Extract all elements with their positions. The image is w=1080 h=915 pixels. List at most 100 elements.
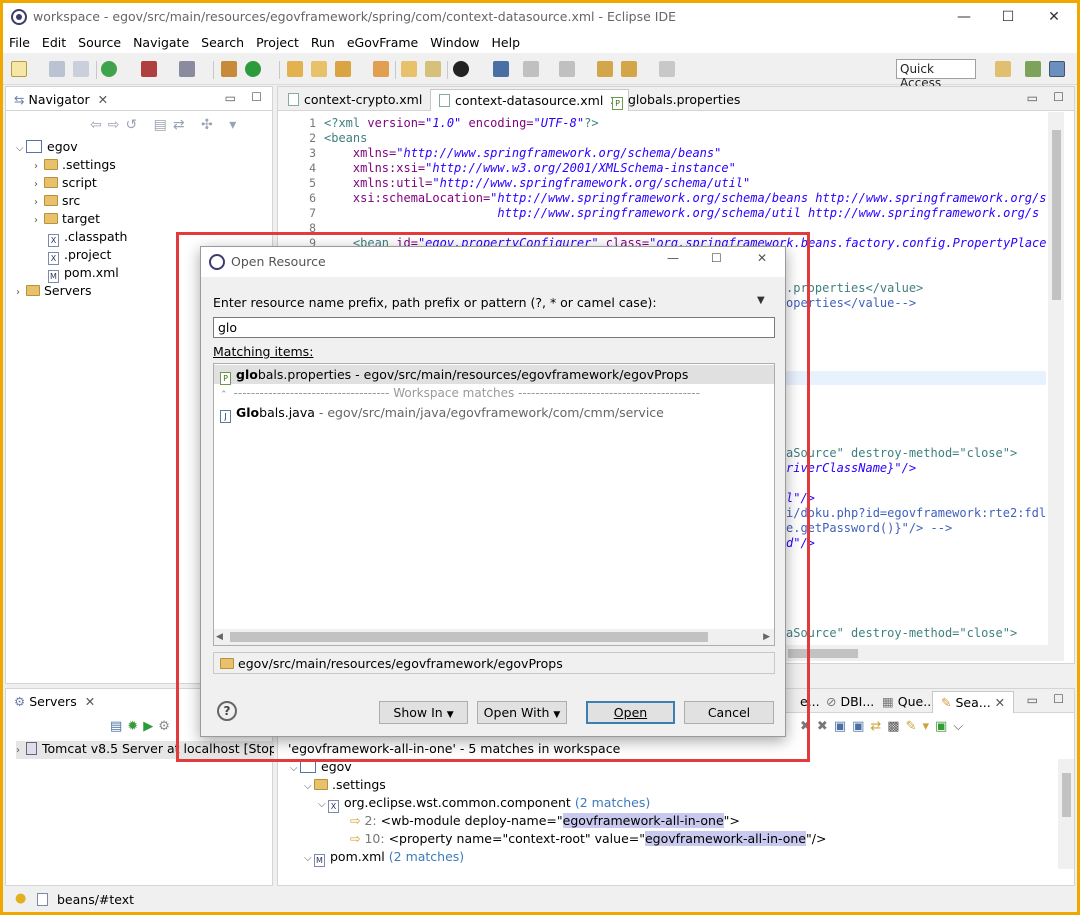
maximize-icon[interactable]: ☐ — [1053, 692, 1064, 706]
servers-toolbar-icons[interactable]: ▤✹▶⚙ — [110, 719, 175, 734]
code-line[interactable]: xmlns="http://www.springframework.org/sc… — [324, 146, 721, 160]
tree-item-target[interactable]: › target — [34, 211, 100, 226]
minimize-icon[interactable]: ▭ — [1027, 693, 1038, 707]
maximize-icon[interactable]: ☐ — [1053, 90, 1064, 104]
list-item-globals-java[interactable]: J Globals.java - egov/src/main/java/egovf… — [220, 405, 664, 423]
back-icon[interactable] — [621, 61, 637, 77]
tab-search[interactable]: ✎ Sea... ✕ — [932, 691, 1015, 713]
minimize-icon[interactable]: ▭ — [1027, 91, 1038, 105]
tree-item-project[interactable]: X .project — [48, 247, 111, 265]
next-annotation-icon[interactable] — [523, 61, 539, 77]
tools-icon[interactable] — [335, 61, 351, 77]
hscrollbar-thumb[interactable] — [788, 649, 858, 658]
save-icon[interactable] — [49, 61, 65, 77]
open-button[interactable]: Open — [586, 701, 675, 724]
search-tree-pom[interactable]: ⌵ Mpom.xml (2 matches) — [304, 849, 464, 867]
open-folder-icon[interactable] — [311, 61, 327, 77]
menu-project[interactable]: Project — [250, 31, 305, 50]
tree-item-servers[interactable]: › Servers — [16, 283, 92, 298]
search-scrollbar[interactable] — [1058, 759, 1074, 869]
tree-item-egov[interactable]: ⌵ egov — [16, 139, 78, 154]
open-perspective-icon[interactable] — [995, 61, 1011, 77]
save-all-icon[interactable] — [73, 61, 89, 77]
menu-file[interactable]: File — [3, 31, 36, 50]
history-dropdown-icon[interactable]: ▼ — [757, 295, 765, 306]
task-icon[interactable] — [373, 61, 389, 77]
menu-navigate[interactable]: Navigate — [127, 31, 195, 50]
console-icon[interactable] — [493, 61, 509, 77]
forward-icon[interactable] — [659, 61, 675, 77]
server-item-tomcat[interactable]: › Tomcat v8.5 Server at localhost [Stoppe — [16, 741, 274, 759]
resource-search-input[interactable] — [213, 317, 775, 338]
tab-navigator[interactable]: ⇆ Navigator ✕ — [6, 89, 116, 111]
editor-hscrollbar[interactable] — [778, 645, 1064, 661]
search-match-line[interactable]: ⇨ 2: <wb-module deploy-name="egovframewo… — [350, 813, 740, 828]
run-icon[interactable] — [245, 61, 261, 77]
help-icon[interactable]: ? — [217, 701, 237, 721]
menu-window[interactable]: Window — [424, 31, 485, 50]
java-perspective-icon[interactable] — [1025, 61, 1041, 77]
build-icon[interactable] — [179, 61, 195, 77]
tree-item-pom[interactable]: Mpom.xml — [48, 265, 119, 283]
maximize-button[interactable]: ☐ — [993, 7, 1023, 27]
minimize-icon[interactable]: ▭ — [225, 91, 236, 105]
code-line[interactable]: xsi:schemaLocation="http://www.springfra… — [324, 191, 1046, 205]
scrollbar-thumb[interactable] — [1062, 773, 1071, 817]
quick-access-field[interactable]: Quick Access — [896, 59, 976, 90]
dialog-close-button[interactable]: ✕ — [757, 251, 767, 265]
open-with-button[interactable]: Open With ▼ — [477, 701, 567, 724]
hscroll-thumb[interactable] — [230, 632, 708, 642]
debug-icon[interactable] — [101, 61, 117, 77]
minimize-button[interactable]: — — [949, 7, 979, 27]
tab-servers[interactable]: ⚙ Servers ✕ — [6, 691, 103, 713]
search-tree-settings[interactable]: ⌵ .settings — [304, 777, 386, 792]
tab-db[interactable]: ⊘ DBI... — [818, 691, 882, 713]
search-toolbar-icons[interactable]: ✖✖▣▣⇄▩✎▾▣⌵ — [800, 719, 969, 734]
close-icon[interactable]: ✕ — [98, 92, 108, 107]
list-hscrollbar[interactable]: ◀ ▶ — [214, 629, 774, 645]
code-line[interactable]: <?xml version="1.0" encoding="UTF-8"?> — [324, 116, 599, 130]
file-icon[interactable] — [425, 61, 441, 77]
tree-item-settings[interactable]: › .settings — [34, 157, 116, 172]
menu-egovframe[interactable]: eGovFrame — [341, 31, 424, 50]
package-icon[interactable] — [221, 61, 237, 77]
search-tree-egov[interactable]: ⌵ egov — [290, 759, 352, 774]
navigator-toolbar-icons[interactable]: ⇦⇨↺ ▤⇄ ✣ ▾ — [90, 117, 242, 133]
editor-scrollbar[interactable] — [1048, 112, 1064, 652]
code-line[interactable]: xmlns:util="http://www.springframework.o… — [324, 176, 750, 190]
dialog-minimize-button[interactable]: — — [667, 251, 679, 265]
dialog-maximize-button[interactable]: ☐ — [711, 251, 722, 265]
stop-icon[interactable] — [141, 61, 157, 77]
close-icon[interactable]: ✕ — [995, 695, 1005, 710]
egov-perspective-icon[interactable] — [1049, 61, 1065, 77]
code-line[interactable]: xmlns:xsi="http://www.w3.org/2001/XMLSch… — [324, 161, 736, 175]
search-tree-component[interactable]: ⌵ Xorg.eclipse.wst.common.component (2 ma… — [318, 795, 650, 813]
tree-item-classpath[interactable]: X .classpath — [48, 229, 127, 247]
open-type-icon[interactable] — [287, 61, 303, 77]
code-line[interactable]: <beans — [324, 131, 367, 145]
menu-source[interactable]: Source — [72, 31, 127, 50]
tab-context-datasource[interactable]: context-datasource.xml✕ — [430, 89, 629, 111]
last-edit-icon[interactable] — [597, 61, 613, 77]
menu-run[interactable]: Run — [305, 31, 341, 50]
lib-icon[interactable] — [401, 61, 417, 77]
tree-item-script[interactable]: › script — [34, 175, 97, 190]
maximize-icon[interactable]: ☐ — [251, 90, 262, 104]
menu-help[interactable]: Help — [486, 31, 527, 50]
show-in-button[interactable]: Show In ▼ — [379, 701, 468, 724]
close-icon[interactable]: ✕ — [85, 694, 95, 709]
prev-annotation-icon[interactable] — [559, 61, 575, 77]
tab-context-crypto[interactable]: context-crypto.xml — [280, 89, 430, 111]
list-item-globals-properties[interactable]: Pglobals.properties - egov/src/main/reso… — [220, 367, 688, 385]
menu-search[interactable]: Search — [195, 31, 250, 50]
matching-items-list[interactable]: Pglobals.properties - egov/src/main/reso… — [213, 363, 775, 646]
tab-globals-properties[interactable]: Pglobals.properties — [604, 89, 748, 111]
close-button[interactable]: ✕ — [1039, 7, 1069, 27]
github-icon[interactable] — [453, 61, 469, 77]
code-line[interactable]: http://www.springframework.org/schema/ut… — [324, 206, 1046, 220]
search-match-line[interactable]: ⇨ 10: <property name="context-root" valu… — [350, 831, 826, 846]
new-icon[interactable] — [11, 61, 27, 77]
menu-edit[interactable]: Edit — [36, 31, 72, 50]
scrollbar-thumb[interactable] — [1052, 130, 1061, 300]
cancel-button[interactable]: Cancel — [684, 701, 774, 724]
